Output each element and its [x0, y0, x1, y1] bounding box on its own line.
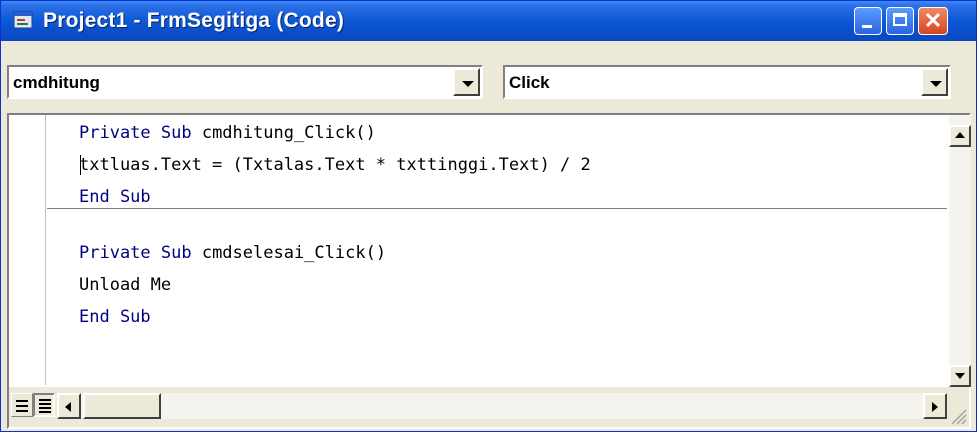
arrow-down-icon — [955, 373, 965, 379]
code-line: Private Sub cmdselesai_Click() — [79, 243, 386, 263]
object-dropdown-value: cmdhitung — [13, 73, 100, 92]
scroll-thumb[interactable] — [83, 393, 161, 419]
code-line: txtluas.Text = (Txtalas.Text * txttinggi… — [79, 155, 591, 175]
arrow-right-icon — [932, 402, 938, 412]
minimize-icon — [862, 25, 872, 28]
procedure-separator — [47, 208, 947, 209]
object-dropdown-button[interactable] — [453, 68, 480, 96]
close-icon: ✕ — [923, 8, 943, 33]
code-text: cmdselesai_Click() — [191, 243, 387, 263]
code-line: Unload Me — [79, 275, 171, 295]
code-line: End Sub — [79, 187, 151, 207]
code-text: txtluas.Text = (Txtalas.Text * txttinggi… — [79, 155, 591, 175]
arrow-up-icon — [955, 132, 965, 138]
code-line: End Sub — [79, 307, 151, 327]
title-bar[interactable]: Project1 - FrmSegitiga (Code) ✕ — [1, 1, 976, 41]
minimize-button[interactable] — [854, 7, 882, 35]
object-dropdown[interactable]: cmdhitung — [7, 65, 483, 99]
code-window: Project1 - FrmSegitiga (Code) ✕ cmdhitun… — [0, 0, 977, 432]
code-text: Unload Me — [79, 275, 172, 295]
code-keyword: Private Sub — [79, 243, 192, 263]
resize-grip-icon[interactable] — [949, 407, 967, 425]
procedure-view-icon — [16, 410, 28, 412]
full-module-view-icon — [39, 407, 51, 409]
procedure-dropdown[interactable]: Click — [503, 65, 951, 99]
full-module-view-icon — [39, 399, 51, 401]
arrow-left-icon — [65, 402, 71, 412]
scroll-right-button[interactable] — [923, 393, 947, 419]
margin-indicator-bar[interactable] — [9, 115, 46, 385]
vertical-scrollbar[interactable] — [949, 115, 971, 387]
scroll-down-button[interactable] — [949, 365, 971, 387]
code-text: cmdhitung_Click() — [191, 123, 376, 143]
code-editor[interactable]: Private Sub cmdhitung_Click() txtluas.Te… — [47, 115, 947, 387]
procedure-view-icon — [16, 400, 28, 402]
chevron-down-icon — [930, 81, 942, 87]
close-button[interactable]: ✕ — [918, 7, 948, 35]
procedure-view-icon — [16, 405, 28, 407]
maximize-button[interactable] — [886, 7, 914, 35]
code-line: Private Sub cmdhitung_Click() — [79, 123, 376, 143]
text-cursor — [80, 155, 81, 175]
maximize-icon — [893, 13, 907, 26]
horizontal-scrollbar[interactable] — [57, 393, 947, 419]
vb-form-icon — [13, 11, 33, 29]
procedure-dropdown-value: Click — [509, 73, 550, 92]
bottom-bar — [9, 387, 969, 427]
full-module-view-icon — [39, 411, 51, 413]
chevron-down-icon — [462, 81, 474, 87]
full-module-view-button[interactable] — [33, 393, 55, 417]
code-keyword: End Sub — [79, 187, 151, 207]
scroll-left-button[interactable] — [57, 393, 81, 419]
code-keyword: Private Sub — [79, 123, 192, 143]
scroll-up-button[interactable] — [949, 125, 971, 147]
procedure-view-button[interactable] — [11, 393, 33, 417]
window-title: Project1 - FrmSegitiga (Code) — [43, 9, 345, 32]
procedure-dropdown-button[interactable] — [921, 68, 948, 96]
code-pane: Private Sub cmdhitung_Click() txtluas.Te… — [7, 113, 971, 429]
full-module-view-icon — [39, 403, 51, 405]
code-keyword: End Sub — [79, 307, 151, 327]
